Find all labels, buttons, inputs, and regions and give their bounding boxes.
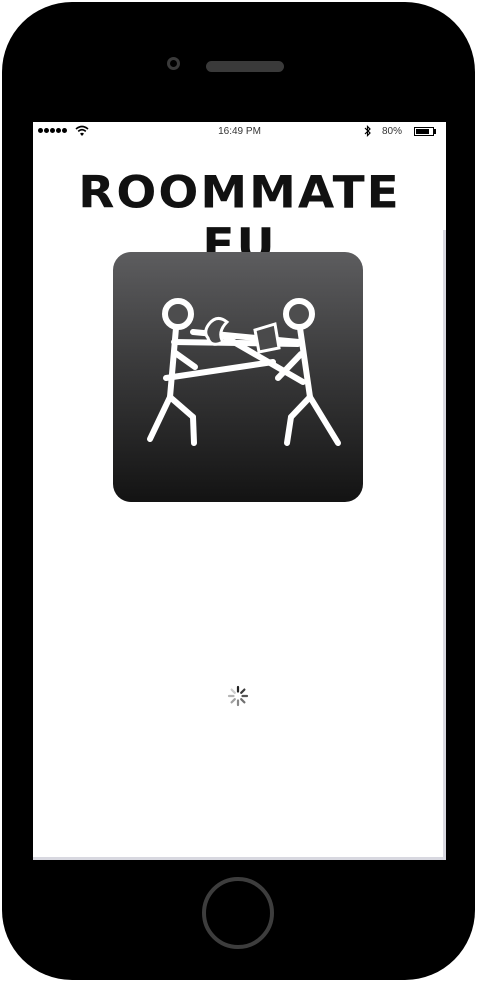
- fighting-stick-figures-logo-icon: [147, 298, 341, 446]
- app-screen: 16:49 PM 80% ROOMMATE FU: [33, 122, 446, 860]
- screen-bottom-shadow: [33, 857, 446, 860]
- home-button[interactable]: [202, 877, 274, 949]
- activity-spinner-icon: [227, 685, 249, 707]
- earpiece-speaker: [206, 61, 284, 72]
- battery-percent: 80%: [382, 126, 403, 137]
- battery-icon: [414, 127, 434, 136]
- battery-level: [416, 129, 429, 134]
- bluetooth-icon: [364, 125, 371, 137]
- screen-edge-shadow: [443, 230, 446, 860]
- front-camera: [167, 57, 180, 70]
- status-bar: 16:49 PM 80%: [33, 122, 446, 142]
- phone-device-frame: 16:49 PM 80% ROOMMATE FU: [0, 0, 477, 992]
- battery-cap: [434, 129, 436, 134]
- app-logo: [113, 252, 363, 502]
